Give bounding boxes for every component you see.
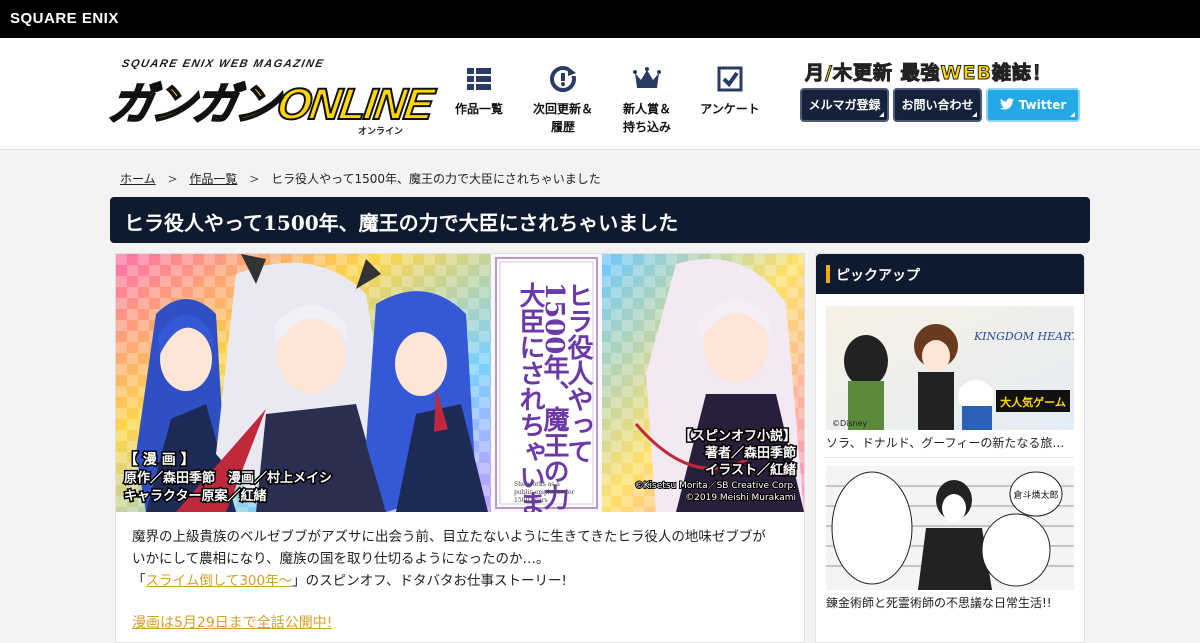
manga-credit-2: キャラクター原案／紅緒 [124,488,266,504]
gangan-online-logo[interactable]: SQUARE ENIX WEB MAGAZINE ガンガンONLINE オンライ… [105,58,436,162]
spinoff-label: 【スピンオフ小説】 [679,428,796,444]
free-read-link[interactable]: 漫画は5月29日まで全話公開中! [132,612,792,634]
manga-credit-1: 原作／森田季節 漫画／村上メイシ [124,470,332,486]
banner-english-2: public employee for [514,489,574,496]
breadcrumb-current: ヒラ役人やって1500年、魔王の力で大臣にされちゃいました [271,172,601,186]
nav-newcomer-award-label: 新人賞＆ 持ち込み [622,102,671,134]
mail-magazine-label: メルマガ登録 [808,98,881,112]
alchemist-manga-illustration: 倉斗燐太郎 [826,466,1074,590]
update-tagline: 月/木更新 最強WEB雑誌！ [805,62,1052,85]
logo-ruby: オンライン [358,127,404,137]
grid-list-icon [467,68,491,90]
square-enix-logo[interactable]: SQUARE ENIX [10,10,119,27]
top-bar: SQUARE ENIX [0,0,1200,38]
nav-survey[interactable]: アンケート [685,64,775,118]
work-description: 魔界の上級貴族のベルゼブブがアズサに出会う前、目立たないように生きてきたヒラ役人… [132,526,792,634]
nav-newcomer-award[interactable]: 新人賞＆ 持ち込み [602,64,692,136]
nav-survey-label: アンケート [700,102,760,116]
description-line-3: 「スライム倒して300年～」のスピンオフ、ドタバタお仕事ストーリー! [132,570,792,592]
nav-works-list-label: 作品一覧 [454,102,503,116]
crown-icon [633,67,661,88]
pickup-item-kingdom-hearts[interactable]: KINGDOM HEARTS 大人気ゲーム ©Disney ソラ、ドナルド、グー… [826,306,1074,451]
copyright-1: ©Kisetsu Morita／SB Creative Corp. [635,480,796,491]
banner-english-1: She works as a [514,481,560,488]
refresh-clock-icon [550,66,577,92]
nav-next-update-label: 次回更新＆ 履歴 [532,102,593,134]
checkbox-icon [717,66,743,92]
banner-title-col-3: 大臣にされちゃいました [515,282,545,512]
breadcrumb-separator: > [167,172,178,186]
pickup-divider [826,457,1074,458]
breadcrumb: ホーム > 作品一覧 > ヒラ役人やって1500年、魔王の力で大臣にされちゃいま… [120,170,601,187]
quote-open: 「 [132,573,146,589]
site-header: SQUARE ENIX WEB MAGAZINE ガンガンONLINE オンライ… [0,38,1200,150]
spinoff-illust: イラスト／紅緒 [705,462,796,478]
breadcrumb-home[interactable]: ホーム [120,172,156,186]
twitter-label: Twitter [1018,98,1067,112]
spinoff-author: 著者／森田季節 [704,445,796,461]
pickup-heading: ピックアップ [816,254,1084,294]
nav-works-list[interactable]: 作品一覧 [434,64,524,118]
kh-badge-text: 大人気ゲーム [1000,395,1066,409]
pickup-sidebar: ピックアップ KINGDOM HEARTS 大人気ゲーム ©Disney ソラ、… [815,253,1085,643]
manga-label: 【 漫 画 】 [124,451,195,468]
pickup-caption-alchemist: 錬金術師と死霊術師の不思議な日常生活!! [826,596,1052,610]
breadcrumb-works[interactable]: 作品一覧 [189,172,237,186]
nav-next-update[interactable]: 次回更新＆ 履歴 [518,64,608,136]
description-line-1: 魔界の上級貴族のベルゼブブがアズサに出会う前、目立たないように生きてきたヒラ役人… [132,529,766,545]
page-title: ヒラ役人やって1500年、魔王の力で大臣にされちゃいました [110,197,1090,243]
pickup-thumb-alchemist: 倉斗燐太郎 [826,466,1074,590]
disney-copyright: ©Disney [832,419,868,428]
work-banner-image[interactable]: ヒラ役人やって 1500年、魔王の力で 大臣にされちゃいました She work… [116,254,804,512]
description-line-2: いかにして農相になり、魔族の国を取り仕切るようになったのか…。 [132,551,550,567]
work-detail-card: ヒラ役人やって 1500年、魔王の力で 大臣にされちゃいました She work… [115,253,805,643]
pickup-caption-kingdom-hearts: ソラ、ドナルド、グーフィーの新たなる旅… [826,436,1065,450]
logo-main-text: ガンガンONLINE [105,79,436,130]
twitter-bird-icon [999,90,1014,120]
contact-button[interactable]: お問い合わせ [893,88,982,122]
bubble-1-text: 倉斗燐太郎 [1013,489,1058,501]
twitter-button[interactable]: Twitter [986,88,1080,122]
kingdom-hearts-illustration: KINGDOM HEARTS 大人気ゲーム ©Disney [826,306,1074,430]
pickup-thumb-kingdom-hearts: KINGDOM HEARTS 大人気ゲーム ©Disney [826,306,1074,430]
description-line-3-suffix: 」のスピンオフ、ドタバタお仕事ストーリー! [292,573,567,589]
banner-english-3: 1500 years [514,497,548,504]
pickup-item-alchemist[interactable]: 倉斗燐太郎 錬金術師と死霊術師の不思議な日常生活!! [826,466,1074,611]
banner-illustration: ヒラ役人やって 1500年、魔王の力で 大臣にされちゃいました She work… [116,254,804,512]
breadcrumb-separator: > [249,172,260,186]
contact-label: お問い合わせ [901,98,974,112]
slime-link[interactable]: スライム倒して300年～ [146,573,293,589]
mail-magazine-button[interactable]: メルマガ登録 [800,88,889,122]
kh-logo-text: KINGDOM HEARTS [973,330,1074,343]
copyright-2: ©2019 Meishi Murakami [685,493,796,503]
